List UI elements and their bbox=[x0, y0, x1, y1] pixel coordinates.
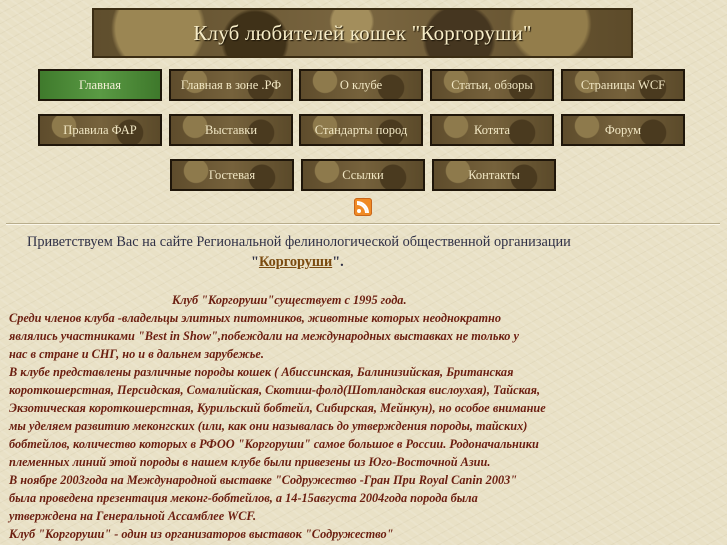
content-line: Экзотическая короткошерстная, Курильский… bbox=[9, 401, 546, 415]
content-line: племенных линий этой породы в нашем клуб… bbox=[9, 455, 491, 469]
nav-contacts[interactable]: Контакты bbox=[432, 159, 556, 191]
rss-icon[interactable] bbox=[354, 198, 372, 216]
welcome-line-2: "Коргоруши". bbox=[27, 252, 587, 272]
divider bbox=[6, 223, 720, 225]
nav-label: Котята bbox=[473, 122, 510, 137]
content-line: была проведена презентация меконг-бобтей… bbox=[9, 491, 478, 505]
content-line: Клуб "Коргоруши"существует с 1995 года. bbox=[172, 293, 407, 307]
nav-kittens[interactable]: Котята bbox=[430, 114, 554, 146]
content-line: короткошерстная, Персидская, Сомалийская… bbox=[9, 383, 541, 397]
nav-label: Гостевая bbox=[208, 167, 256, 182]
content-line: мы уделяем развитию меконгских (или, как… bbox=[9, 419, 528, 433]
nav-label: Главная bbox=[79, 77, 121, 92]
quote-mark: ". bbox=[332, 254, 344, 270]
org-link[interactable]: Коргоруши bbox=[259, 254, 332, 270]
nav-label: Правила ФАР bbox=[63, 122, 137, 137]
content-line: утверждена на Генеральной Ассамблее WCF. bbox=[9, 509, 257, 523]
nav-guestbook[interactable]: Гостевая bbox=[170, 159, 294, 191]
rss-icon-arc bbox=[357, 201, 369, 213]
nav-label: Форум bbox=[604, 122, 642, 137]
nav-articles[interactable]: Статьи, обзоры bbox=[430, 69, 554, 101]
content-line: В ноябре 2003года на Международной выста… bbox=[9, 473, 518, 487]
nav-home[interactable]: Главная bbox=[38, 69, 162, 101]
club-description: Клуб "Коргоруши"существует с 1995 года. … bbox=[9, 291, 619, 543]
nav-wcf[interactable]: Страницы WCF bbox=[561, 69, 685, 101]
welcome-text: Приветствуем Вас на сайте Региональной ф… bbox=[27, 232, 587, 272]
content-line: нас в стране и СНГ, но и в дальнем заруб… bbox=[9, 347, 264, 361]
quote-mark: " bbox=[251, 254, 259, 270]
nav-forum[interactable]: Форум bbox=[561, 114, 685, 146]
nav-far-rules[interactable]: Правила ФАР bbox=[38, 114, 162, 146]
nav-label: Выставки bbox=[204, 122, 258, 137]
nav-shows[interactable]: Выставки bbox=[169, 114, 293, 146]
nav-label: Статьи, обзоры bbox=[451, 77, 533, 92]
content-line: бобтейлов, количество которых в РФОО "Ко… bbox=[9, 437, 539, 451]
content-line: В клубе представлены различные породы ко… bbox=[9, 365, 514, 379]
nav-label: Контакты bbox=[468, 167, 520, 182]
content-line: являлись участниками "Best in Show",побе… bbox=[9, 329, 519, 343]
nav-label: Стандарты пород bbox=[314, 122, 408, 137]
nav-home-rf[interactable]: Главная в зоне .РФ bbox=[169, 69, 293, 101]
nav-label: Главная в зоне .РФ bbox=[180, 77, 282, 92]
nav-standards[interactable]: Стандарты пород bbox=[299, 114, 423, 146]
nav-label: О клубе bbox=[339, 77, 383, 92]
nav-about[interactable]: О клубе bbox=[299, 69, 423, 101]
nav-label: Страницы WCF bbox=[580, 77, 666, 92]
site-banner: Клуб любителей кошек "Коргоруши" bbox=[92, 8, 633, 58]
site-title: Клуб любителей кошек "Коргоруши" bbox=[193, 20, 532, 45]
content-line: Клуб "Коргоруши" - один из организаторов… bbox=[9, 527, 394, 541]
nav-links[interactable]: Ссылки bbox=[301, 159, 425, 191]
nav-label: Ссылки bbox=[342, 167, 384, 182]
welcome-line: Приветствуем Вас на сайте Региональной ф… bbox=[27, 234, 571, 250]
content-line: Среди членов клуба -владельцы элитных пи… bbox=[9, 311, 502, 325]
